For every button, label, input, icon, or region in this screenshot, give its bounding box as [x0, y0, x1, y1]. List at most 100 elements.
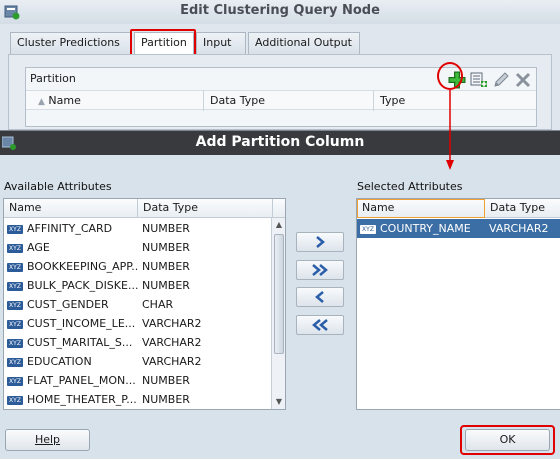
available-row-data-type: VARCHAR2 [142, 317, 202, 330]
selected-header-data-type[interactable]: Data Type [485, 199, 560, 218]
help-button-label: Help [34, 433, 61, 446]
selected-row-data-type: VARCHAR2 [489, 222, 549, 235]
available-row-name: XYZ BULK_PACK_DISKE... [4, 276, 138, 295]
attribute-type-icon: XYZ [360, 224, 376, 234]
double-arrow-right-icon [312, 264, 328, 276]
header-type[interactable]: Type [374, 91, 536, 111]
available-row-data-type: VARCHAR2 [142, 355, 202, 368]
available-row-data-type: NUMBER [142, 393, 190, 406]
partition-column-header: ▲ Name Data Type Type [26, 90, 536, 111]
ok-button-highlight [460, 425, 555, 455]
available-row-data-type: NUMBER [142, 279, 190, 292]
available-row-name: XYZ CUST_MARITAL_S... [4, 333, 138, 352]
available-row-name: XYZ FLAT_PANEL_MON... [4, 371, 138, 390]
available-row-name: XYZ AFFINITY_CARD [4, 219, 138, 238]
move-selected-right-button[interactable] [296, 232, 344, 252]
available-row[interactable]: XYZ CUST_GENDER CHAR [4, 295, 285, 314]
available-row-name: XYZ EDUCATION [4, 352, 138, 371]
available-row-name: XYZ CUST_GENDER [4, 295, 138, 314]
available-row-name: XYZ AGE [4, 238, 138, 257]
background-dialog-title: Edit Clustering Query Node [180, 3, 380, 18]
available-row[interactable]: XYZ CUST_MARITAL_S... VARCHAR2 [4, 333, 285, 352]
available-row-data-type: NUMBER [142, 260, 190, 273]
move-selected-left-button[interactable] [296, 287, 344, 307]
available-row[interactable]: XYZ AFFINITY_CARD NUMBER [4, 219, 285, 238]
available-row[interactable]: XYZ AGE NUMBER [4, 238, 285, 257]
edit-multi-icon[interactable] [470, 71, 488, 89]
arrow-right-icon [316, 236, 325, 248]
delete-icon[interactable] [514, 71, 532, 89]
available-header-data-type[interactable]: Data Type [138, 199, 273, 218]
available-attributes-list[interactable]: Name Data Type XYZ AFFINITY_CARD NUMBER XYZ… [3, 198, 286, 410]
selected-row-name-text: COUNTRY_NAME [380, 222, 471, 235]
selected-attributes-label: Selected Attributes [357, 180, 463, 193]
available-row[interactable]: XYZ BOOKKEEPING_APP... NUMBER [4, 257, 285, 276]
attribute-type-icon: XYZ [7, 357, 23, 367]
available-row-name-text: FLAT_PANEL_MON... [27, 374, 136, 387]
partition-tab-highlight [130, 29, 196, 56]
partition-panel: Partition ▲ Name Data Type Type [8, 54, 552, 130]
arrow-left-icon [315, 291, 324, 303]
header-data-type[interactable]: Data Type [204, 91, 374, 111]
attribute-type-icon: XYZ [7, 338, 23, 348]
add-button-highlight [437, 62, 463, 90]
available-row-name-text: BOOKKEEPING_APP... [27, 260, 138, 273]
available-row-data-type: NUMBER [142, 241, 190, 254]
available-row-name-text: HOME_THEATER_P... [27, 393, 137, 406]
header-name[interactable]: ▲ Name [26, 91, 204, 111]
available-row[interactable]: XYZ BULK_PACK_DISKE... NUMBER [4, 276, 285, 295]
attribute-type-icon: XYZ [7, 243, 23, 253]
available-row-data-type: NUMBER [142, 222, 190, 235]
available-row-name-text: AGE [27, 241, 50, 254]
available-row[interactable]: XYZ FLAT_PANEL_MON... NUMBER [4, 371, 285, 390]
dialog-title: Add Partition Column [195, 134, 365, 150]
attribute-type-icon: XYZ [7, 281, 23, 291]
tab-additional-output[interactable]: Additional Output [248, 32, 360, 54]
dialog-title-bar: Add Partition Column [0, 131, 560, 155]
scroll-up-arrow-icon[interactable]: ▲ [272, 218, 285, 232]
sort-ascending-icon: ▲ [38, 97, 45, 107]
help-button[interactable]: Help [5, 429, 90, 451]
tab-cluster-predictions[interactable]: Cluster Predictions [10, 32, 132, 54]
available-row-name-text: EDUCATION [27, 355, 92, 368]
available-row-name-text: CUST_GENDER [27, 298, 109, 311]
attribute-type-icon: XYZ [7, 319, 23, 329]
move-all-right-button[interactable] [296, 260, 344, 280]
scroll-down-arrow-icon[interactable]: ▼ [272, 395, 285, 409]
available-row-data-type: VARCHAR2 [142, 336, 202, 349]
add-partition-column-dialog: Add Partition Column Available Attribute… [0, 130, 560, 459]
attribute-type-icon: XYZ [7, 224, 23, 234]
available-row-name: XYZ CUST_INCOME_LE... [4, 314, 138, 333]
tab-input[interactable]: Input [196, 32, 246, 54]
available-row[interactable]: XYZ HOME_THEATER_P... NUMBER [4, 390, 285, 409]
partition-label: Partition [30, 72, 76, 85]
available-list-header: Name Data Type [4, 199, 285, 218]
available-row-name-text: BULK_PACK_DISKE... [27, 279, 138, 292]
available-row-name-text: CUST_INCOME_LE... [27, 317, 136, 330]
move-all-left-button[interactable] [296, 315, 344, 335]
available-scrollbar[interactable]: ▲ ▼ [271, 218, 285, 409]
available-attributes-label: Available Attributes [4, 180, 112, 193]
available-row-name-text: CUST_MARITAL_S... [27, 336, 133, 349]
scrollbar-thumb[interactable] [274, 234, 284, 354]
double-arrow-left-icon [312, 319, 328, 331]
attribute-type-icon: XYZ [7, 376, 23, 386]
background-title-bar: Edit Clustering Query Node [0, 0, 560, 24]
selected-attributes-list[interactable]: Name Data Type XYZ COUNTRY_NAME VARCHAR2 [356, 198, 560, 410]
pencil-icon[interactable] [492, 71, 510, 89]
available-row-name-text: AFFINITY_CARD [27, 222, 113, 235]
available-row[interactable]: XYZ CUST_INCOME_LE... VARCHAR2 [4, 314, 285, 333]
available-row[interactable]: XYZ EDUCATION VARCHAR2 [4, 352, 285, 371]
selected-row[interactable]: XYZ COUNTRY_NAME VARCHAR2 [357, 219, 560, 238]
edit-clustering-query-node-dialog: Edit Clustering Query Node Cluster Predi… [0, 0, 560, 130]
available-header-name[interactable]: Name [4, 199, 138, 218]
attribute-type-icon: XYZ [7, 395, 23, 405]
header-focus-outline [357, 199, 485, 218]
available-row-name: XYZ HOME_THEATER_P... [4, 390, 138, 409]
available-row-name: XYZ BOOKKEEPING_APP... [4, 257, 138, 276]
available-row-data-type: NUMBER [142, 374, 190, 387]
attribute-type-icon: XYZ [7, 300, 23, 310]
header-name-label: Name [48, 94, 81, 107]
selected-row-name: XYZ COUNTRY_NAME [357, 219, 485, 238]
attribute-type-icon: XYZ [7, 262, 23, 272]
